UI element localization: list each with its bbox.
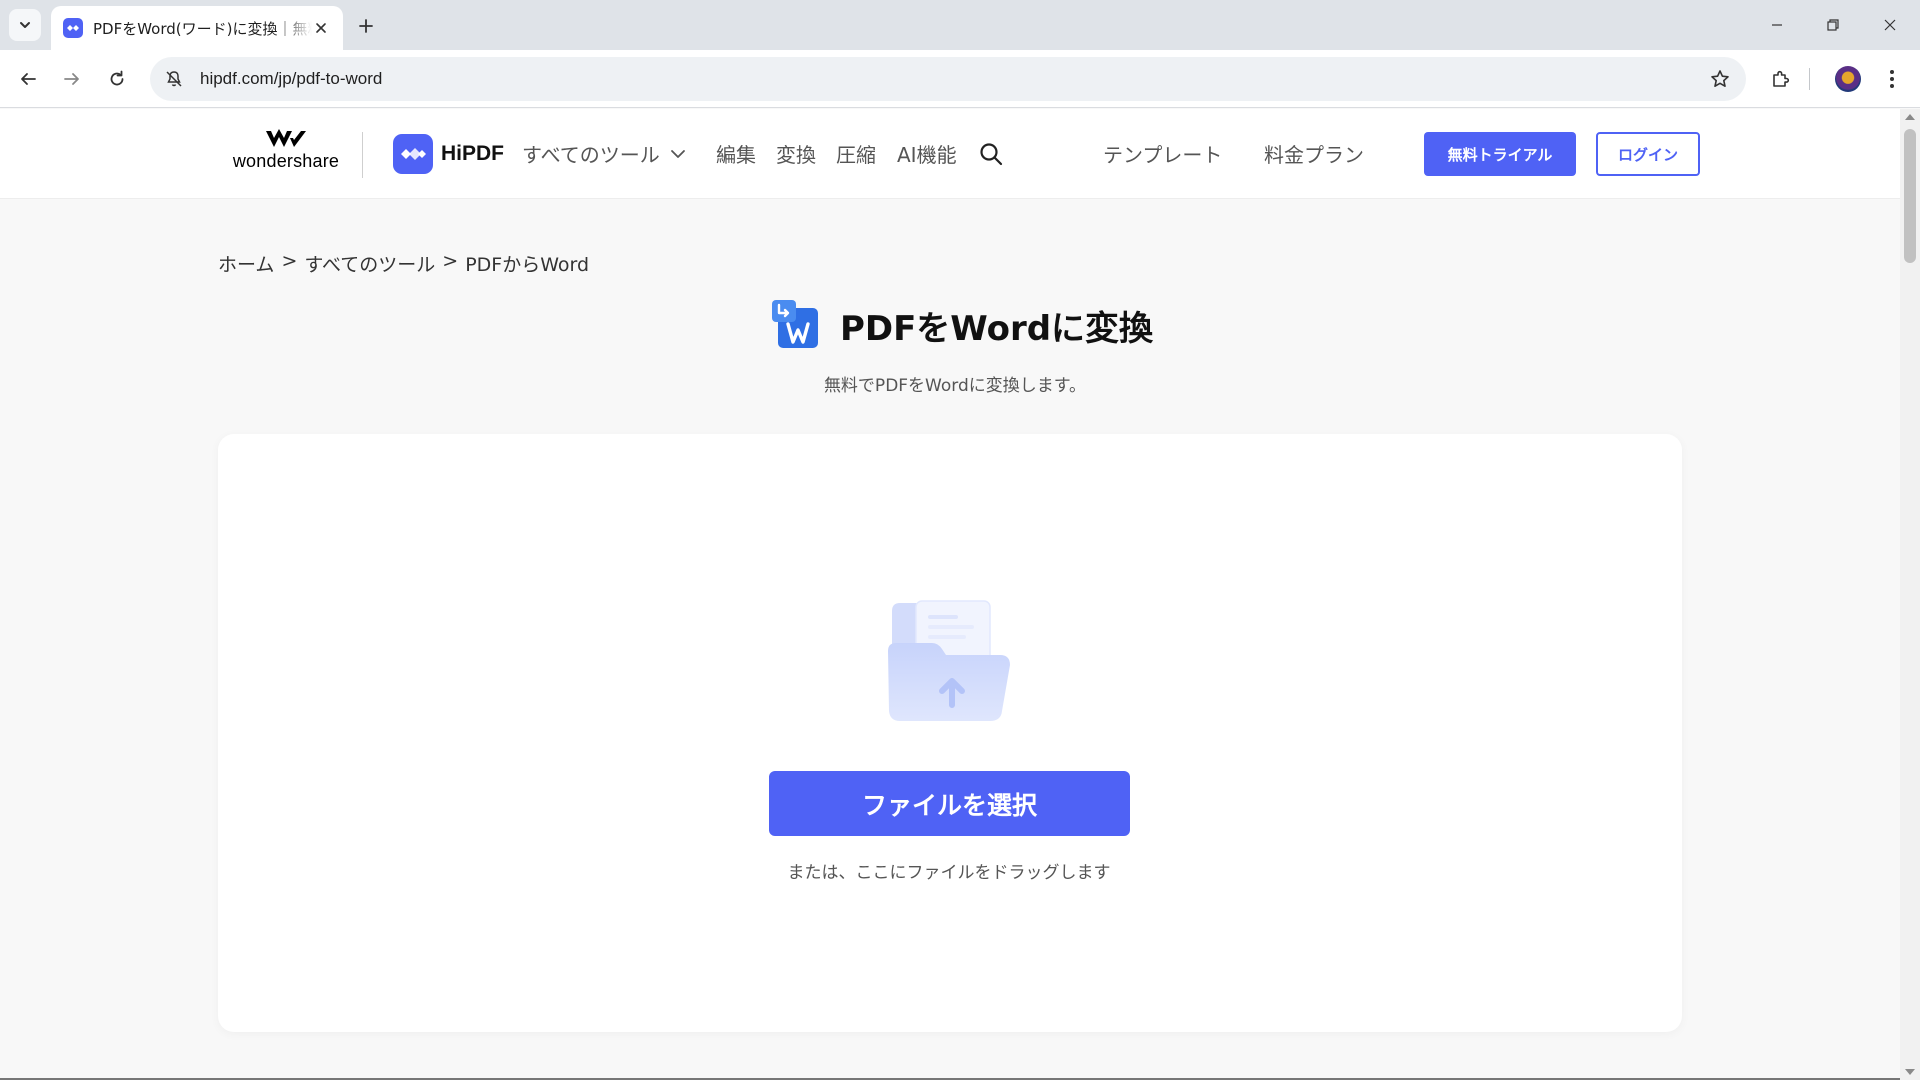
profile-avatar-icon[interactable] (1835, 66, 1861, 92)
folder-upload-icon (886, 599, 1014, 727)
chevron-down-icon (670, 149, 685, 158)
site-header: wondershare HiPDF すべてのツール 編集 変換 圧縮 AI機能 … (0, 109, 1900, 199)
breadcrumb: ホーム > すべてのツール > PDFからWord (218, 250, 589, 277)
breadcrumb-separator: > (442, 250, 459, 272)
title-row: PDFをWordに変換 (0, 300, 1900, 350)
breadcrumb-home[interactable]: ホーム (218, 250, 274, 277)
hipdf-name: HiPDF (441, 142, 504, 165)
pdf-to-word-icon (771, 300, 820, 350)
hipdf-logo[interactable]: HiPDF (393, 134, 504, 174)
login-button[interactable]: ログイン (1596, 132, 1700, 176)
breadcrumb-current: PDFからWord (465, 254, 590, 276)
nav-all-tools[interactable]: すべてのツール (522, 139, 686, 168)
search-icon[interactable] (978, 141, 1004, 167)
extensions-puzzle-icon[interactable] (1765, 63, 1797, 95)
header-divider (362, 132, 363, 178)
nav-ai[interactable]: AI機能 (897, 139, 957, 168)
browser-tab-active[interactable]: PDFをWord(ワード)に変換｜無料オンライン (51, 6, 343, 50)
nav-compress[interactable]: 圧縮 (836, 139, 876, 168)
scrollbar-thumb[interactable] (1904, 129, 1916, 263)
tab-close-icon[interactable] (312, 18, 331, 38)
menu-kebab-icon[interactable] (1876, 63, 1908, 95)
scroll-up-arrow-icon[interactable] (1905, 114, 1915, 120)
new-tab-plus-icon[interactable] (352, 12, 380, 40)
chevron-down-icon (20, 22, 30, 28)
tab-search-button[interactable] (9, 9, 41, 41)
restore-icon[interactable] (1817, 10, 1849, 40)
wondershare-logo[interactable]: wondershare (226, 129, 346, 181)
free-trial-button[interactable]: 無料トライアル (1424, 132, 1576, 176)
back-arrow-icon[interactable] (12, 63, 44, 95)
wondershare-text: wondershare (232, 151, 340, 171)
address-bar[interactable]: hipdf.com/jp/pdf-to-word (150, 57, 1746, 101)
browser-tab-strip: PDFをWord(ワード)に変換｜無料オンライン (0, 0, 1920, 50)
forward-arrow-icon[interactable] (56, 63, 88, 95)
hipdf-logo-icon (393, 134, 433, 174)
bookmark-star-icon[interactable] (1708, 67, 1732, 91)
tab-title: PDFをWord(ワード)に変換｜無料オンライン (93, 19, 312, 38)
reload-icon[interactable] (101, 63, 133, 95)
scroll-down-arrow-icon[interactable] (1905, 1069, 1915, 1075)
minimize-icon[interactable] (1761, 10, 1793, 40)
page-title: PDFをWordに変換 (839, 308, 1154, 349)
nav-all-tools-label: すべてのツール (522, 143, 660, 167)
wondershare-mark-icon (266, 129, 306, 147)
url-text: hipdf.com/jp/pdf-to-word (200, 69, 383, 88)
nav-pricing[interactable]: 料金プラン (1264, 139, 1364, 168)
close-window-icon[interactable] (1874, 10, 1906, 40)
nav-edit[interactable]: 編集 (716, 139, 756, 168)
select-file-button[interactable]: ファイルを選択 (769, 771, 1130, 836)
page-scrollbar[interactable] (1900, 109, 1920, 1080)
nav-templates[interactable]: テンプレート (1103, 139, 1222, 168)
page-subtitle: 無料でPDFをWordに変換します。 (823, 376, 1087, 396)
browser-toolbar: hipdf.com/jp/pdf-to-word (0, 50, 1920, 108)
hipdf-favicon-icon (63, 18, 83, 38)
nav-convert[interactable]: 変換 (776, 139, 816, 168)
site-info-icon[interactable] (152, 57, 196, 101)
upload-dropzone[interactable]: ファイルを選択 または、ここにファイルをドラッグします (218, 434, 1682, 1032)
breadcrumb-separator: > (281, 250, 298, 272)
toolbar-divider (1809, 68, 1810, 90)
drag-hint-text: または、ここにファイルをドラッグします (787, 863, 1111, 883)
breadcrumb-all-tools[interactable]: すべてのツール (304, 250, 435, 277)
page-viewport: wondershare HiPDF すべてのツール 編集 変換 圧縮 AI機能 … (0, 109, 1900, 1080)
